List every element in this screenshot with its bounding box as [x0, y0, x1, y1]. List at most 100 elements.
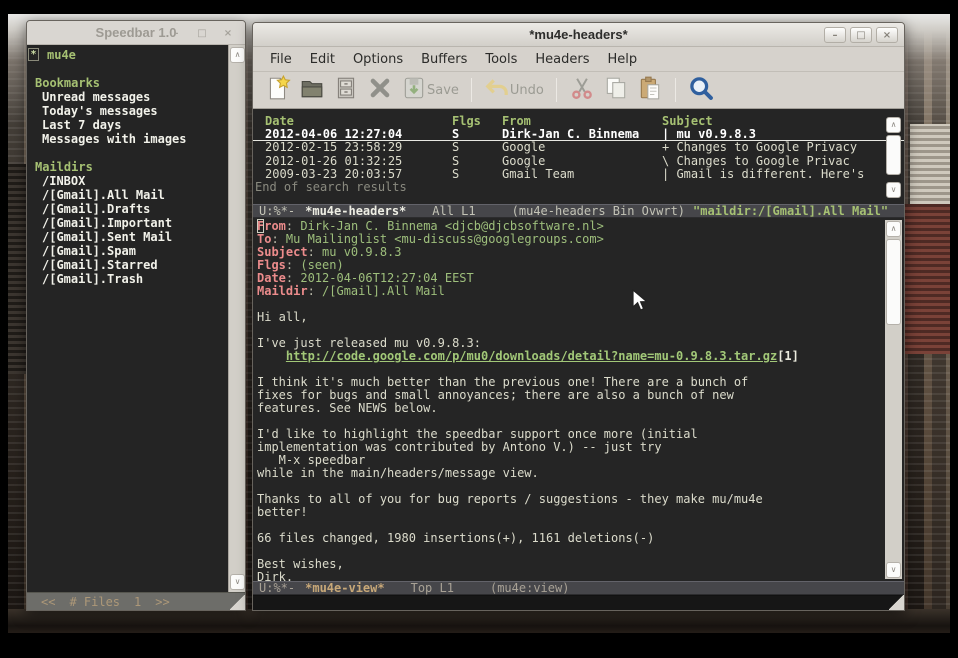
paste-button[interactable]	[633, 75, 667, 105]
cut-icon	[569, 75, 595, 105]
message-row[interactable]: 2012-02-15 23:58:29SGoogle+ Changes to G…	[253, 141, 904, 154]
speedbar-root-label: mu4e	[47, 48, 76, 62]
wallpaper-street	[8, 609, 950, 633]
speedbar-item[interactable]: /[Gmail].Drafts	[27, 202, 228, 216]
speedbar-item[interactable]: Last 7 days	[27, 118, 228, 132]
message-field-subject: Subject: mu v0.9.8.3	[257, 246, 880, 259]
speedbar-titlebar[interactable]: Speedbar 1.0 –□×	[27, 21, 245, 45]
emacs-titlebar[interactable]: *mu4e-headers* –□×	[253, 23, 904, 47]
close-buffer-button[interactable]	[363, 75, 397, 105]
undo-icon	[484, 75, 510, 105]
menu-help[interactable]: Help	[601, 49, 645, 70]
menu-edit[interactable]: Edit	[303, 49, 342, 70]
toolbar-separator	[471, 78, 472, 102]
speedbar-root-item[interactable]: * mu4e	[27, 48, 228, 62]
speedbar-files-count: 1	[134, 595, 141, 609]
close-button[interactable]: ×	[217, 25, 239, 41]
body-line: 66 files changed, 1980 insertions(+), 11…	[257, 532, 880, 545]
speedbar-item[interactable]: /INBOX	[27, 174, 228, 188]
mu4e-headers-pane: Date Flgs From Subject 2012-04-06 12:27:…	[253, 109, 904, 204]
speedbar-item[interactable]: /[Gmail].All Mail	[27, 188, 228, 202]
speedbar-item[interactable]: /[Gmail].Sent Mail	[27, 230, 228, 244]
body-line: better!	[257, 506, 880, 519]
menu-options[interactable]: Options	[346, 49, 410, 70]
dired-button[interactable]	[329, 75, 363, 105]
undo-button[interactable]	[480, 75, 514, 105]
message-row[interactable]: 2009-03-23 20:03:57SGmail Team| Gmail is…	[253, 168, 904, 181]
body-line: while in the main/headers/message view.	[257, 467, 880, 480]
body-line: Best wishes,	[257, 558, 880, 571]
emacs-title: *mu4e-headers*	[253, 27, 904, 42]
body-line: Thanks to all of you for bug reports / s…	[257, 493, 880, 506]
menu-headers[interactable]: Headers	[528, 49, 596, 70]
close-button[interactable]: ×	[876, 27, 898, 43]
speedbar-section-bookmarks: Bookmarks	[27, 76, 228, 90]
scroll-down-icon[interactable]: ∨	[230, 574, 245, 590]
minimize-button[interactable]: –	[824, 27, 846, 43]
column-subject[interactable]: Subject	[662, 115, 882, 128]
speedbar-item[interactable]: /[Gmail].Trash	[27, 272, 228, 286]
speedbar-item[interactable]: /[Gmail].Starred	[27, 258, 228, 272]
speedbar-statusbar: << # Files 1 >>	[27, 592, 245, 610]
new-file-button[interactable]	[261, 75, 295, 105]
toolbar-separator	[675, 78, 676, 102]
body-line: Hi all,	[257, 311, 880, 324]
link-reference: [1]	[777, 349, 799, 363]
modeline-buffer-name: *mu4e-view*	[305, 582, 384, 594]
search-icon	[687, 74, 715, 106]
file-cabinet-icon	[333, 75, 359, 105]
headers-scrollbar[interactable]: ∧ ∨	[885, 117, 902, 198]
scrollbar-thumb[interactable]	[886, 135, 901, 175]
message-row[interactable]: 2012-01-26 01:32:25SGoogle\ Changes to G…	[253, 155, 904, 168]
maximize-button[interactable]: □	[850, 27, 872, 43]
save-button[interactable]	[397, 75, 431, 105]
modeline-buffer-name: *mu4e-headers*	[305, 205, 406, 217]
speedbar-item[interactable]: /[Gmail].Important	[27, 216, 228, 230]
modeline-search-query: "maildir:/[Gmail].All Mail"	[693, 205, 888, 217]
cut-button[interactable]	[565, 75, 599, 105]
scrollbar-thumb[interactable]	[886, 239, 901, 325]
resize-grip[interactable]	[889, 595, 904, 610]
speedbar-prev-button[interactable]: <<	[41, 595, 55, 609]
body-line	[257, 298, 880, 311]
view-modeline: U:%*- *mu4e-view* Top L1 (mu4e:view)	[253, 581, 904, 595]
undo-label: Undo	[510, 83, 544, 98]
minimize-button[interactable]: –	[165, 25, 187, 41]
search-button[interactable]	[684, 75, 718, 105]
maximize-button[interactable]: □	[191, 25, 213, 41]
wallpaper-building	[904, 204, 950, 354]
modeline-modes: (mu4e-headers Bin Ovwrt)	[512, 205, 685, 217]
body-line: Dirk.	[257, 571, 880, 581]
speedbar-item[interactable]: Today's messages	[27, 104, 228, 118]
scroll-up-icon[interactable]: ∧	[886, 221, 901, 237]
menu-file[interactable]: File	[263, 49, 299, 70]
speedbar-next-button[interactable]: >>	[155, 595, 169, 609]
speedbar-content: * mu4e BookmarksUnread messagesToday's m…	[27, 45, 228, 592]
speedbar-item[interactable]: /[Gmail].Spam	[27, 244, 228, 258]
end-of-results-text: End of search results	[253, 181, 904, 194]
speedbar-window: Speedbar 1.0 –□× * mu4e BookmarksUnread …	[26, 20, 246, 611]
copy-button[interactable]	[599, 75, 633, 105]
view-scrollbar[interactable]: ∧ ∨	[885, 220, 902, 579]
scroll-down-icon[interactable]: ∨	[886, 182, 901, 198]
resize-grip[interactable]	[230, 595, 245, 610]
speedbar-item[interactable]: Unread messages	[27, 90, 228, 104]
speedbar-item[interactable]: Messages with images	[27, 132, 228, 146]
speedbar-scrollbar[interactable]: ∧ ∨	[228, 45, 245, 592]
open-file-button[interactable]	[295, 75, 329, 105]
body-line: features. See NEWS below.	[257, 402, 880, 415]
column-flags[interactable]: Flgs	[452, 115, 502, 128]
modeline-position: Top L1	[411, 582, 454, 594]
menu-buffers[interactable]: Buffers	[414, 49, 474, 70]
message-field-maildir: Maildir: /[Gmail].All Mail	[257, 285, 880, 298]
speedbar-expand-icon[interactable]: *	[28, 48, 39, 61]
body-line: http://code.google.com/p/mu0/downloads/d…	[257, 350, 880, 363]
menu-tools[interactable]: Tools	[478, 49, 524, 70]
scroll-up-icon[interactable]: ∧	[886, 117, 901, 133]
scroll-down-icon[interactable]: ∨	[886, 562, 901, 578]
mouse-pointer-icon	[632, 289, 648, 313]
scroll-up-icon[interactable]: ∧	[230, 47, 245, 63]
download-link[interactable]: http://code.google.com/p/mu0/downloads/d…	[286, 349, 777, 363]
menu-bar: FileEditOptionsBuffersToolsHeadersHelp	[253, 47, 904, 72]
echo-area[interactable]	[253, 595, 904, 610]
